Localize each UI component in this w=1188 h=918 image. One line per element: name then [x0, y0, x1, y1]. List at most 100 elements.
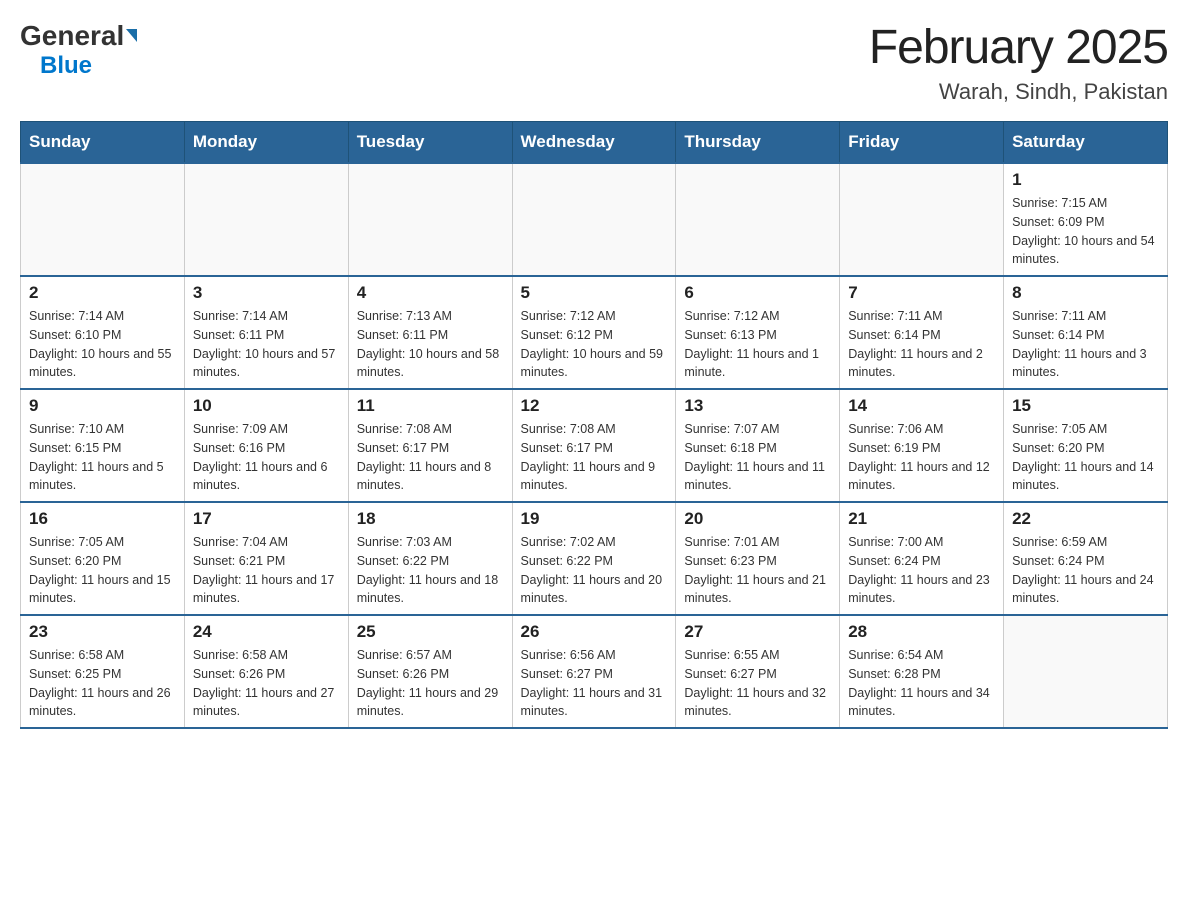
table-row: 21Sunrise: 7:00 AMSunset: 6:24 PMDayligh…: [840, 502, 1004, 615]
logo-blue-text: Blue: [20, 52, 92, 80]
day-info: Sunrise: 6:55 AMSunset: 6:27 PMDaylight:…: [684, 646, 831, 721]
week-row-4: 16 Sunrise: 7:05 AMSunset: 6:20 PMDayligh…: [21, 502, 1168, 615]
day-info: Sunrise: 7:05 AMSunset: 6:20 PMDaylight:…: [29, 533, 176, 608]
day-info: Sunrise: 7:14 AMSunset: 6:11 PMDaylight:…: [193, 307, 340, 382]
day-number: 9: [29, 396, 176, 416]
day-number: 27: [684, 622, 831, 642]
logo-text: General: [20, 20, 137, 52]
header-saturday: Saturday: [1004, 122, 1168, 164]
day-number: 25: [357, 622, 504, 642]
calendar-header-row: Sunday Monday Tuesday Wednesday Thursday…: [21, 122, 1168, 164]
table-row: 16 Sunrise: 7:05 AMSunset: 6:20 PMDayligh…: [21, 502, 185, 615]
day-number: 26: [521, 622, 668, 642]
table-row: [676, 163, 840, 276]
table-row: 28 Sunrise: 6:54 AMSunset: 6:28 PMDayligh…: [840, 615, 1004, 728]
table-row: 5 Sunrise: 7:12 AMSunset: 6:12 PMDaylight…: [512, 276, 676, 389]
day-info: Sunrise: 6:54 AMSunset: 6:28 PMDaylight:…: [848, 646, 995, 721]
day-number: 21: [848, 509, 995, 529]
day-info: Sunrise: 7:02 AMSunset: 6:22 PMDaylight:…: [521, 533, 668, 608]
table-row: 2 Sunrise: 7:14 AMSunset: 6:10 PMDaylight…: [21, 276, 185, 389]
table-row: 22 Sunrise: 6:59 AMSunset: 6:24 PMDayligh…: [1004, 502, 1168, 615]
day-info: Sunrise: 7:14 AMSunset: 6:10 PMDaylight:…: [29, 307, 176, 382]
day-number: 17: [193, 509, 340, 529]
day-number: 28: [848, 622, 995, 642]
header-tuesday: Tuesday: [348, 122, 512, 164]
page-header: General Blue February 2025 Warah, Sindh,…: [20, 20, 1168, 105]
week-row-3: 9 Sunrise: 7:10 AMSunset: 6:15 PMDaylight…: [21, 389, 1168, 502]
day-info: Sunrise: 7:09 AMSunset: 6:16 PMDaylight:…: [193, 420, 340, 495]
day-number: 7: [848, 283, 995, 303]
day-info: Sunrise: 6:59 AMSunset: 6:24 PMDaylight:…: [1012, 533, 1159, 608]
table-row: 7 Sunrise: 7:11 AMSunset: 6:14 PMDaylight…: [840, 276, 1004, 389]
day-number: 18: [357, 509, 504, 529]
day-info: Sunrise: 7:15 AMSunset: 6:09 PMDaylight:…: [1012, 194, 1159, 269]
week-row-5: 23 Sunrise: 6:58 AMSunset: 6:25 PMDayligh…: [21, 615, 1168, 728]
logo-blue: Blue: [40, 52, 92, 79]
day-info: Sunrise: 7:05 AMSunset: 6:20 PMDaylight:…: [1012, 420, 1159, 495]
table-row: 11 Sunrise: 7:08 AMSunset: 6:17 PMDayligh…: [348, 389, 512, 502]
table-row: 9 Sunrise: 7:10 AMSunset: 6:15 PMDaylight…: [21, 389, 185, 502]
header-monday: Monday: [184, 122, 348, 164]
day-number: 1: [1012, 170, 1159, 190]
table-row: 14 Sunrise: 7:06 AMSunset: 6:19 PMDayligh…: [840, 389, 1004, 502]
day-info: Sunrise: 7:08 AMSunset: 6:17 PMDaylight:…: [521, 420, 668, 495]
table-row: 13Sunrise: 7:07 AMSunset: 6:18 PMDayligh…: [676, 389, 840, 502]
table-row: 10 Sunrise: 7:09 AMSunset: 6:16 PMDayligh…: [184, 389, 348, 502]
day-number: 24: [193, 622, 340, 642]
day-number: 16: [29, 509, 176, 529]
table-row: 20 Sunrise: 7:01 AMSunset: 6:23 PMDayligh…: [676, 502, 840, 615]
day-info: Sunrise: 7:01 AMSunset: 6:23 PMDaylight:…: [684, 533, 831, 608]
table-row: 27 Sunrise: 6:55 AMSunset: 6:27 PMDayligh…: [676, 615, 840, 728]
day-number: 22: [1012, 509, 1159, 529]
table-row: 24 Sunrise: 6:58 AMSunset: 6:26 PMDayligh…: [184, 615, 348, 728]
table-row: [184, 163, 348, 276]
header-sunday: Sunday: [21, 122, 185, 164]
table-row: 6Sunrise: 7:12 AMSunset: 6:13 PMDaylight…: [676, 276, 840, 389]
table-row: 4Sunrise: 7:13 AMSunset: 6:11 PMDaylight…: [348, 276, 512, 389]
day-info: Sunrise: 6:58 AMSunset: 6:25 PMDaylight:…: [29, 646, 176, 721]
day-info: Sunrise: 6:56 AMSunset: 6:27 PMDaylight:…: [521, 646, 668, 721]
day-info: Sunrise: 7:07 AMSunset: 6:18 PMDaylight:…: [684, 420, 831, 495]
header-wednesday: Wednesday: [512, 122, 676, 164]
day-info: Sunrise: 7:12 AMSunset: 6:12 PMDaylight:…: [521, 307, 668, 382]
day-info: Sunrise: 6:57 AMSunset: 6:26 PMDaylight:…: [357, 646, 504, 721]
table-row: 19Sunrise: 7:02 AMSunset: 6:22 PMDayligh…: [512, 502, 676, 615]
logo-general: General: [20, 20, 137, 51]
table-row: 26 Sunrise: 6:56 AMSunset: 6:27 PMDayligh…: [512, 615, 676, 728]
month-title: February 2025: [869, 20, 1168, 75]
logo-arrow-icon: [126, 29, 137, 42]
day-number: 11: [357, 396, 504, 416]
table-row: [1004, 615, 1168, 728]
day-info: Sunrise: 7:12 AMSunset: 6:13 PMDaylight:…: [684, 307, 831, 382]
table-row: [21, 163, 185, 276]
day-number: 20: [684, 509, 831, 529]
day-info: Sunrise: 7:08 AMSunset: 6:17 PMDaylight:…: [357, 420, 504, 495]
table-row: 12 Sunrise: 7:08 AMSunset: 6:17 PMDayligh…: [512, 389, 676, 502]
calendar-table: Sunday Monday Tuesday Wednesday Thursday…: [20, 121, 1168, 729]
day-number: 12: [521, 396, 668, 416]
day-number: 3: [193, 283, 340, 303]
day-number: 23: [29, 622, 176, 642]
day-info: Sunrise: 7:11 AMSunset: 6:14 PMDaylight:…: [1012, 307, 1159, 382]
day-number: 4: [357, 283, 504, 303]
day-number: 14: [848, 396, 995, 416]
day-number: 10: [193, 396, 340, 416]
table-row: 17 Sunrise: 7:04 AMSunset: 6:21 PMDayligh…: [184, 502, 348, 615]
day-info: Sunrise: 7:04 AMSunset: 6:21 PMDaylight:…: [193, 533, 340, 608]
day-info: Sunrise: 7:10 AMSunset: 6:15 PMDaylight:…: [29, 420, 176, 495]
day-info: Sunrise: 6:58 AMSunset: 6:26 PMDaylight:…: [193, 646, 340, 721]
logo: General Blue: [20, 20, 137, 80]
table-row: 1 Sunrise: 7:15 AMSunset: 6:09 PMDaylight…: [1004, 163, 1168, 276]
table-row: 23 Sunrise: 6:58 AMSunset: 6:25 PMDayligh…: [21, 615, 185, 728]
day-number: 8: [1012, 283, 1159, 303]
table-row: [840, 163, 1004, 276]
day-info: Sunrise: 7:03 AMSunset: 6:22 PMDaylight:…: [357, 533, 504, 608]
day-info: Sunrise: 7:06 AMSunset: 6:19 PMDaylight:…: [848, 420, 995, 495]
day-number: 15: [1012, 396, 1159, 416]
day-number: 5: [521, 283, 668, 303]
day-info: Sunrise: 7:11 AMSunset: 6:14 PMDaylight:…: [848, 307, 995, 382]
day-number: 2: [29, 283, 176, 303]
title-block: February 2025 Warah, Sindh, Pakistan: [869, 20, 1168, 105]
table-row: 3 Sunrise: 7:14 AMSunset: 6:11 PMDaylight…: [184, 276, 348, 389]
table-row: 25 Sunrise: 6:57 AMSunset: 6:26 PMDayligh…: [348, 615, 512, 728]
